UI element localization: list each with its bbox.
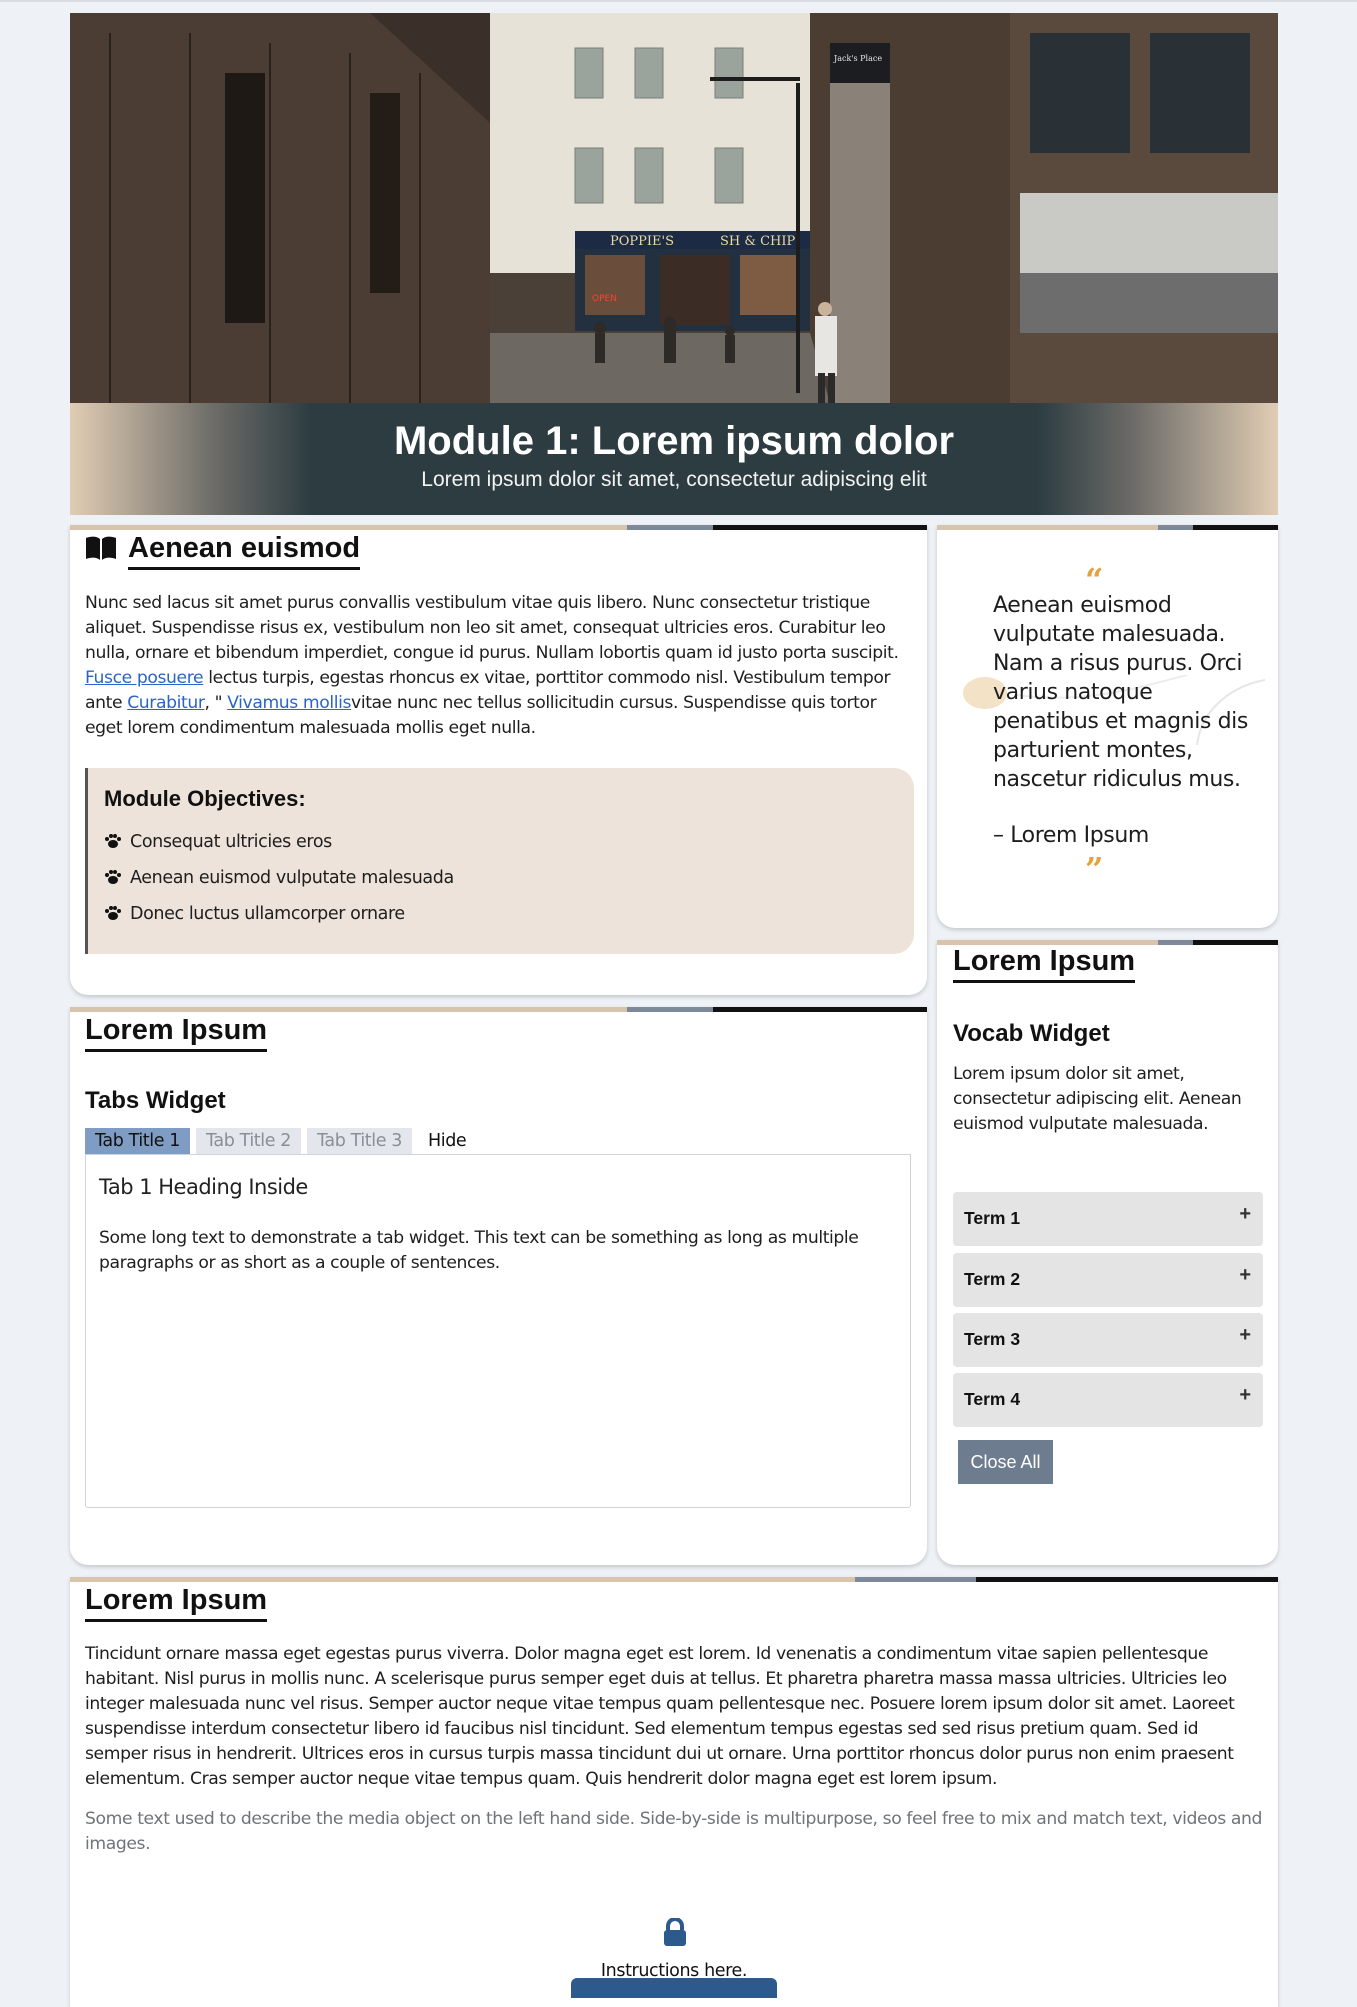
section-heading: Lorem Ipsum (85, 1583, 268, 1622)
book-open-icon (86, 536, 116, 560)
paw-icon (105, 906, 121, 920)
tab-title-2[interactable]: Tab Title 2 (196, 1128, 301, 1154)
plus-icon: + (1239, 1203, 1251, 1225)
objective-item: Donec luctus ullamcorper ornare (104, 904, 405, 924)
tab-panel-text: Some long text to demonstrate a tab widg… (99, 1228, 859, 1273)
hero-title-band: Module 1: Lorem ipsum dolor Lorem ipsum … (70, 403, 1278, 515)
plus-icon: + (1239, 1384, 1251, 1406)
term-label: Term 2 (964, 1269, 1021, 1289)
vocab-term-4[interactable]: Term 4 + (953, 1373, 1263, 1427)
plus-icon: + (1239, 1324, 1251, 1346)
page-title: Module 1: Lorem ipsum dolor (393, 419, 955, 463)
close-all-button[interactable]: Close All (958, 1440, 1053, 1484)
objective-item: Aenean euismod vulputate malesuada (104, 868, 454, 888)
objectives-title: Module Objectives: (104, 786, 306, 811)
objective-item: Consequat ultricies eros (104, 832, 332, 852)
action-button[interactable] (571, 1978, 777, 1998)
body-paragraph: Tincidunt ornare massa eget egestas puru… (85, 1644, 1235, 1789)
objective-text: Donec luctus ullamcorper ornare (130, 904, 405, 924)
intro-text: , " (204, 693, 228, 713)
quote-author: – Lorem Ipsum (993, 823, 1149, 848)
tab-title-1[interactable]: Tab Title 1 (85, 1128, 190, 1154)
section-heading: Lorem Ipsum (85, 1013, 268, 1052)
vocab-description: Lorem ipsum dolor sit amet, consectetur … (953, 1064, 1242, 1134)
tab-list: Tab Title 1 Tab Title 2 Tab Title 3 Hide (85, 1128, 476, 1154)
tab-panel: Tab 1 Heading Inside Some long text to d… (85, 1154, 911, 1508)
term-label: Term 4 (964, 1389, 1021, 1409)
link-curabitur[interactable]: Curabitur (127, 693, 205, 713)
intro-paragraph: Nunc sed lacus sit amet purus convallis … (85, 591, 911, 741)
paw-icon (105, 870, 121, 884)
section-heading: Lorem Ipsum (953, 944, 1136, 983)
vocab-term-3[interactable]: Term 3 + (953, 1313, 1263, 1367)
widget-title: Tabs Widget (85, 1087, 226, 1114)
accent-bar (70, 1007, 927, 1012)
hero-image: POPPIE'S SH & CHIP OPEN Jack's Place (70, 13, 1278, 403)
intro-card: Aenean euismod Nunc sed lacus sit amet p… (70, 525, 927, 995)
quote-text: Aenean euismod vulputate malesuada. Nam … (993, 593, 1248, 792)
page-subtitle: Lorem ipsum dolor sit amet, consectetur … (421, 468, 927, 491)
media-card: Lorem Ipsum Tincidunt ornare massa eget … (70, 1577, 1278, 2007)
tabs-card: Lorem Ipsum Tabs Widget Tab Title 1 Tab … (70, 1007, 927, 1565)
svg-text:OPEN: OPEN (592, 294, 617, 304)
module-objectives: Module Objectives: Consequat ultricies e… (85, 768, 914, 954)
hero-banner: POPPIE'S SH & CHIP OPEN Jack's Place Mod… (70, 13, 1278, 515)
top-border (0, 0, 1357, 2)
media-description: Some text used to describe the media obj… (85, 1809, 1263, 1854)
accent-bar (70, 1577, 1278, 1582)
section-heading: Aenean euismod (128, 531, 361, 570)
hide-tabs-button[interactable]: Hide (418, 1128, 476, 1154)
term-label: Term 1 (964, 1208, 1021, 1228)
vocab-card: Lorem Ipsum Vocab Widget Lorem ipsum dol… (937, 940, 1278, 1565)
quote-close-icon: ” (1085, 850, 1104, 888)
term-label: Term 3 (964, 1329, 1021, 1349)
widget-title: Vocab Widget (953, 1020, 1110, 1047)
vocab-term-1[interactable]: Term 1 + (953, 1192, 1263, 1246)
plus-icon: + (1239, 1264, 1251, 1286)
link-fusce-posuere[interactable]: Fusce posuere (85, 668, 204, 688)
vocab-term-2[interactable]: Term 2 + (953, 1253, 1263, 1307)
tab-title-3[interactable]: Tab Title 3 (307, 1128, 412, 1154)
link-vivamus-mollis[interactable]: Vivamus mollis (227, 693, 351, 713)
paw-icon (105, 834, 121, 848)
accent-bar (70, 525, 927, 530)
quote-card: “ Aenean euismod vulputate malesuada. Na… (937, 525, 1278, 928)
svg-text:SH & CHIP: SH & CHIP (720, 234, 795, 249)
lock-icon (664, 1918, 686, 1946)
svg-text:Jack's Place: Jack's Place (833, 54, 882, 63)
svg-text:POPPIE'S: POPPIE'S (610, 234, 674, 249)
objective-text: Aenean euismod vulputate malesuada (130, 868, 454, 888)
accent-bar (937, 525, 1278, 530)
objective-text: Consequat ultricies eros (130, 832, 332, 852)
intro-text: Nunc sed lacus sit amet purus convallis … (85, 593, 899, 663)
tab-panel-heading: Tab 1 Heading Inside (99, 1175, 308, 1199)
